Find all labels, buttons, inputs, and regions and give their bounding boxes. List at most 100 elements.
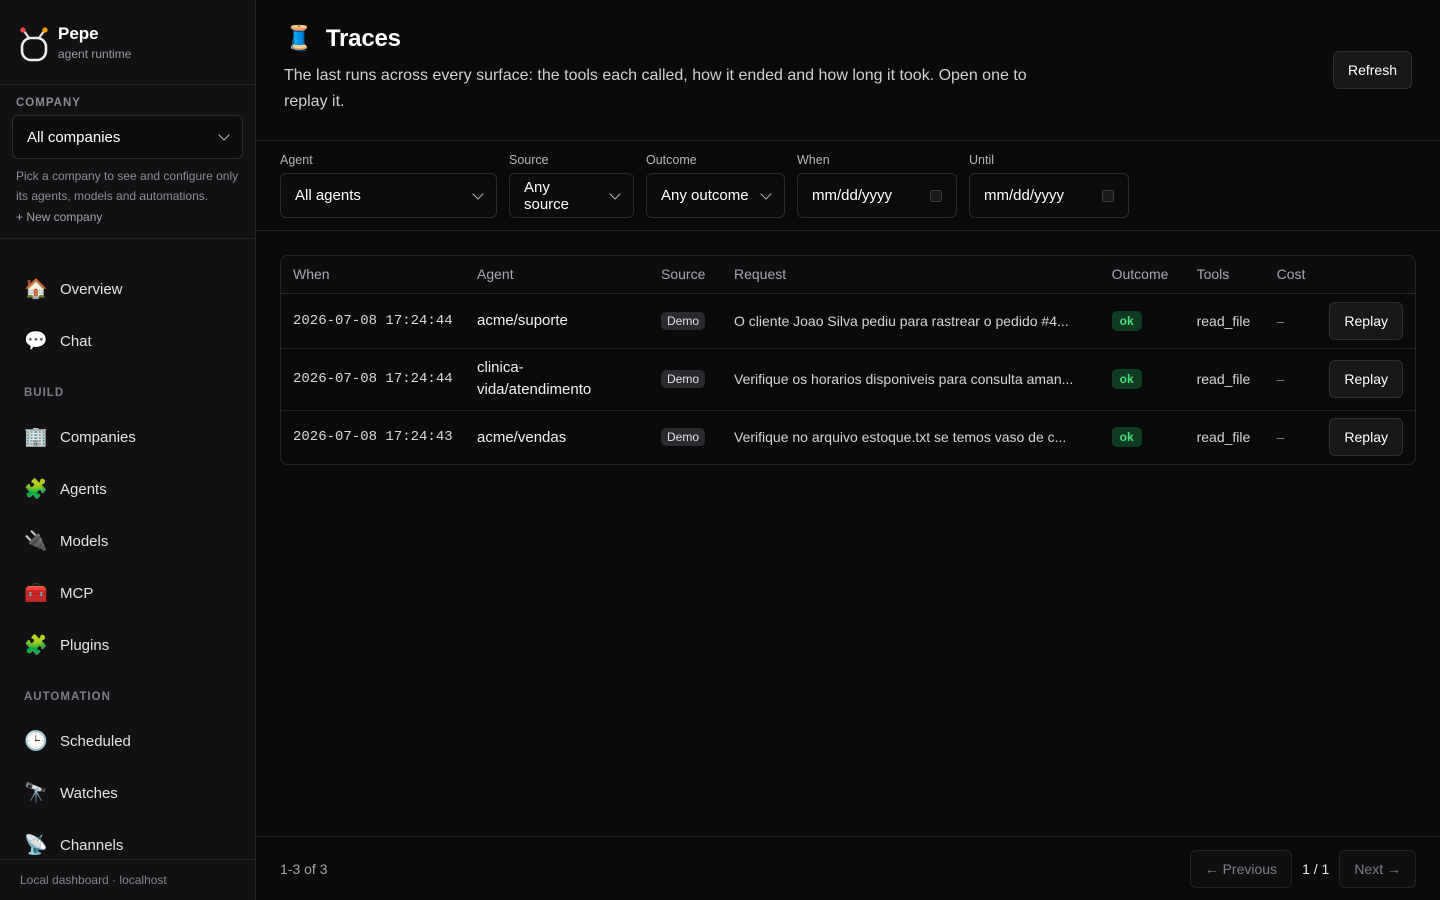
until-filter-label: Until — [969, 153, 995, 167]
until-date-input[interactable]: mm/dd/yyyy — [969, 173, 1129, 218]
sidebar-item-label: Watches — [60, 784, 118, 802]
cell-agent: acme/vendas — [477, 428, 567, 446]
agent-select-value: All agents — [295, 187, 361, 204]
sidebar-footer: Local dashboard · localhost — [0, 859, 255, 900]
when-date-input[interactable]: mm/dd/yyyy — [797, 173, 957, 218]
satellite-antenna-icon: 📡 — [24, 834, 48, 856]
replay-button[interactable]: Replay — [1329, 301, 1403, 340]
cell-cost: – — [1264, 348, 1318, 411]
cell-source: Demo — [649, 293, 722, 349]
sidebar: Pepe agent runtime COMPANY All companies… — [0, 0, 256, 900]
office-building-icon: 🏢 — [24, 426, 48, 448]
table-row[interactable]: 2026-07-08 17:24:44 clinica-vida/atendim… — [281, 348, 1415, 411]
sidebar-item-label: Overview — [60, 280, 123, 298]
source-select[interactable]: Any source — [509, 173, 634, 218]
company-select-value: All companies — [27, 128, 121, 146]
outcome-badge: ok — [1111, 369, 1142, 389]
when-filter: When mm/dd/yyyy — [797, 153, 957, 230]
sidebar-item-plugins[interactable]: 🧩 Plugins — [0, 619, 255, 671]
outcome-select[interactable]: Any outcome — [646, 173, 785, 218]
outcome-select-value: Any outcome — [661, 187, 749, 204]
when-date-value: mm/dd/yyyy — [812, 187, 893, 204]
nav-group-automation: AUTOMATION — [24, 691, 111, 703]
cell-when: 2026-07-08 17:24:44 — [281, 348, 465, 411]
outcome-filter-label: Outcome — [646, 153, 697, 167]
sidebar-item-companies[interactable]: 🏢 Companies — [0, 411, 255, 463]
sidebar-item-agents[interactable]: 🧩 Agents — [0, 463, 255, 515]
calendar-icon[interactable] — [930, 189, 942, 202]
refresh-button[interactable]: Refresh — [1332, 51, 1412, 89]
brand-name: Pepe — [58, 23, 99, 43]
page-indicator: 1 / 1 — [1302, 860, 1330, 877]
sidebar-item-chat[interactable]: 💬 Chat — [0, 315, 255, 367]
sidebar-item-watches[interactable]: 🔭 Watches — [0, 767, 255, 819]
source-filter-label: Source — [509, 153, 549, 167]
calendar-icon[interactable] — [1102, 189, 1114, 202]
agent-filter: Agent All agents — [280, 153, 497, 230]
cell-tools: read_file — [1196, 429, 1251, 446]
traces-table: When Agent Source Request Outcome Tools … — [281, 256, 1415, 464]
sidebar-item-mcp[interactable]: 🧰 MCP — [0, 567, 255, 619]
cell-when: 2026-07-08 17:24:43 — [293, 429, 453, 446]
sidebar-item-scheduled[interactable]: 🕒 Scheduled — [0, 715, 255, 767]
col-when: When — [281, 256, 465, 294]
col-request: Request — [722, 256, 1100, 294]
company-label: COMPANY — [16, 97, 81, 109]
house-icon: 🏠 — [24, 278, 48, 300]
cell-request: Verifique no arquivo estoque.txt se temo… — [722, 410, 1100, 464]
sidebar-item-overview[interactable]: 🏠 Overview — [0, 263, 255, 315]
agent-filter-label: Agent — [280, 153, 313, 167]
pagination-bar: 1-3 of 3 ← Previous 1 / 1 Next → — [256, 836, 1440, 900]
puzzle-piece-icon: 🧩 — [24, 634, 48, 656]
cell-cost: – — [1264, 293, 1318, 349]
page-title: Traces — [325, 24, 401, 52]
sidebar-item-models[interactable]: 🔌 Models — [0, 515, 255, 567]
sidebar-item-label: Scheduled — [60, 732, 131, 750]
previous-page-button[interactable]: ← Previous — [1189, 849, 1293, 888]
sidebar-item-label: Companies — [60, 428, 136, 446]
until-date-value: mm/dd/yyyy — [984, 187, 1065, 204]
company-select[interactable]: All companies — [12, 115, 243, 159]
puzzle-piece-icon: 🧩 — [24, 478, 48, 500]
company-section: COMPANY All companies Pick a company to … — [0, 85, 255, 239]
source-badge: Demo — [661, 428, 706, 447]
cell-outcome: ok — [1100, 410, 1185, 464]
chevron-down-icon — [760, 187, 772, 200]
sidebar-item-label: Chat — [60, 332, 92, 350]
cell-actions: Replay — [1317, 348, 1415, 411]
cell-agent: clinica-vida/atendimento — [465, 348, 649, 411]
filter-bar: Agent All agents Source Any source Outco… — [256, 141, 1440, 231]
chevron-down-icon — [609, 187, 621, 200]
chevron-down-icon — [218, 129, 230, 141]
brand[interactable]: Pepe agent runtime — [0, 0, 255, 85]
table-header-row: When Agent Source Request Outcome Tools … — [281, 256, 1415, 294]
nav-group-build: BUILD — [24, 387, 65, 399]
traces-table-container: When Agent Source Request Outcome Tools … — [280, 255, 1416, 465]
sidebar-nav: 🏠 Overview 💬 Chat BUILD 🏢 Companies 🧩 Ag… — [0, 239, 255, 871]
source-badge: Demo — [661, 311, 706, 330]
pagination-controls: ← Previous 1 / 1 Next → — [1189, 849, 1416, 888]
source-select-value: Any source — [524, 178, 570, 213]
replay-button[interactable]: Replay — [1329, 360, 1403, 398]
request-text: Verifique no arquivo estoque.txt se temo… — [734, 429, 1067, 446]
cell-outcome: ok — [1099, 293, 1185, 349]
chevron-down-icon — [472, 187, 484, 200]
plug-icon: 🔌 — [24, 530, 48, 552]
table-row[interactable]: 2026-07-08 17:24:44 acme/suporte Demo O … — [281, 293, 1415, 349]
col-source: Source — [649, 256, 722, 294]
sidebar-item-label: Models — [60, 532, 109, 550]
replay-button[interactable]: Replay — [1329, 418, 1403, 457]
page-subtitle: The last runs across every surface: the … — [284, 67, 1027, 110]
next-page-button[interactable]: Next → — [1339, 849, 1416, 888]
col-tools: Tools — [1184, 256, 1265, 294]
when-filter-label: When — [797, 153, 830, 167]
source-filter: Source Any source — [509, 153, 634, 230]
new-company-link[interactable]: + New company — [12, 206, 243, 224]
agent-select[interactable]: All agents — [280, 173, 497, 218]
cell-agent: acme/suporte — [465, 293, 649, 349]
table-row[interactable]: 2026-07-08 17:24:43 acme/vendas Demo Ver… — [281, 410, 1415, 464]
telescope-icon: 🔭 — [24, 782, 48, 804]
cell-source: Demo — [649, 348, 722, 411]
outcome-badge: ok — [1111, 310, 1142, 331]
main-content: 🧵 Traces The last runs across every surf… — [256, 0, 1440, 900]
